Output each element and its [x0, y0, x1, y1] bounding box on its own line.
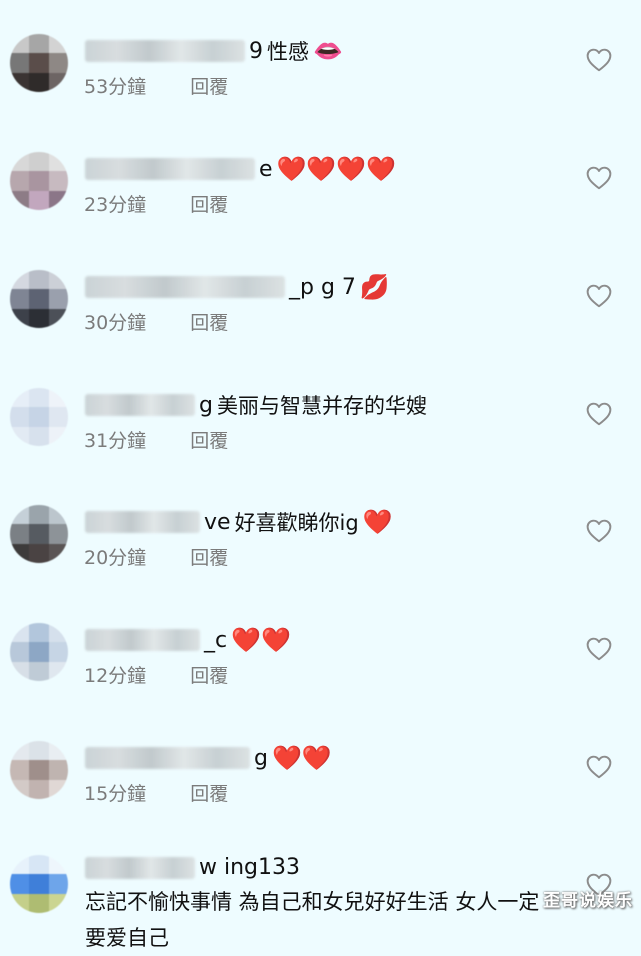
- comment-row: ve 好喜歡睇你ig ❤️ 20分鐘 回覆: [0, 505, 641, 623]
- comment-emoji: 💋: [359, 273, 390, 301]
- like-button[interactable]: [586, 402, 612, 426]
- timestamp: 23分鐘: [84, 194, 147, 216]
- comment-meta: 15分鐘 回覆: [84, 779, 228, 806]
- comment-meta: 12分鐘 回覆: [84, 661, 228, 688]
- username[interactable]: g: [199, 393, 213, 418]
- username-blurred[interactable]: [85, 629, 200, 651]
- comment-line: 9 性感 👄: [85, 34, 343, 68]
- username-blurred[interactable]: [85, 511, 200, 533]
- like-button[interactable]: [586, 519, 612, 543]
- comment-row: g 美丽与智慧并存的华嫂 31分鐘 回覆: [0, 388, 641, 506]
- heart-outline-icon: [586, 519, 612, 543]
- username[interactable]: g: [254, 746, 268, 771]
- username-blurred[interactable]: [85, 276, 285, 298]
- avatar[interactable]: [10, 623, 68, 681]
- comment-meta: 23分鐘 回覆: [84, 190, 228, 217]
- avatar[interactable]: [10, 270, 68, 328]
- timestamp: 15分鐘: [84, 783, 147, 805]
- comment-line: ve 好喜歡睇你ig ❤️: [85, 505, 393, 539]
- username-blurred[interactable]: [85, 856, 195, 879]
- comment-text: 忘記不愉快事情 為自己和女兒好好生活 女人一定要爱自己: [85, 890, 540, 950]
- comment-meta: 20分鐘 回覆: [84, 543, 228, 570]
- username[interactable]: _c: [204, 628, 227, 653]
- comment-text: 好喜歡睇你ig: [234, 511, 359, 535]
- username-blurred[interactable]: [85, 394, 195, 416]
- timestamp: 30分鐘: [84, 312, 147, 334]
- comment-line: w ing133 忘記不愉快事情 為自己和女兒好好生活 女人一定要爱自己: [85, 855, 555, 956]
- heart-outline-icon: [586, 637, 612, 661]
- comment-line: e ❤️❤️❤️❤️: [85, 152, 396, 186]
- comment-meta: 30分鐘 回覆: [84, 308, 228, 335]
- reply-button[interactable]: 回覆: [190, 779, 228, 806]
- timestamp: 53分鐘: [84, 76, 147, 98]
- heart-outline-icon: [586, 402, 612, 426]
- avatar[interactable]: [10, 741, 68, 799]
- comment-meta: 31分鐘 回覆: [84, 426, 228, 453]
- heart-outline-icon: [586, 48, 612, 72]
- username-blurred[interactable]: [85, 40, 245, 62]
- comment-text: 美丽与智慧并存的华嫂: [216, 394, 427, 418]
- comment-line: g ❤️❤️: [85, 741, 332, 775]
- comment-row: e ❤️❤️❤️❤️ 23分鐘 回覆: [0, 152, 641, 270]
- comment-row: 9 性感 👄 53分鐘 回覆: [0, 34, 641, 152]
- reply-button[interactable]: 回覆: [190, 543, 228, 570]
- reply-button[interactable]: 回覆: [190, 308, 228, 335]
- comment-line: _p g 7 💋: [85, 270, 390, 304]
- comment-emoji: 👄: [313, 37, 343, 65]
- avatar[interactable]: [10, 152, 68, 210]
- comment-text: 性感: [267, 40, 309, 64]
- username[interactable]: 9: [249, 39, 263, 64]
- comment-line: _c ❤️❤️: [85, 623, 291, 657]
- avatar[interactable]: [10, 855, 68, 913]
- username[interactable]: ve: [204, 510, 231, 535]
- comment-emoji: ❤️❤️❤️❤️: [276, 155, 397, 183]
- reply-button[interactable]: 回覆: [190, 72, 228, 99]
- like-button[interactable]: [586, 48, 612, 72]
- comment-row: _p g 7 💋 30分鐘 回覆: [0, 270, 641, 388]
- username[interactable]: w ing133: [199, 855, 300, 880]
- comment-emoji: ❤️❤️: [231, 626, 291, 654]
- reply-button[interactable]: 回覆: [190, 661, 228, 688]
- username[interactable]: _p g 7: [289, 275, 356, 300]
- reply-button[interactable]: 回覆: [190, 190, 228, 217]
- like-button[interactable]: [586, 284, 612, 308]
- heart-outline-icon: [586, 755, 612, 779]
- avatar[interactable]: [10, 505, 68, 563]
- comment-row: g ❤️❤️ 15分鐘 回覆: [0, 741, 641, 859]
- heart-outline-icon: [586, 166, 612, 190]
- username-blurred[interactable]: [85, 158, 255, 180]
- avatar[interactable]: [10, 388, 68, 446]
- avatar[interactable]: [10, 34, 68, 92]
- comment-line: g 美丽与智慧并存的华嫂: [85, 388, 427, 422]
- comment-emoji: ❤️❤️: [271, 744, 332, 772]
- comment-row: _c ❤️❤️ 12分鐘 回覆: [0, 623, 641, 741]
- comment-emoji: ❤️: [362, 508, 393, 536]
- timestamp: 12分鐘: [84, 665, 147, 687]
- username-blurred[interactable]: [85, 747, 250, 769]
- like-button[interactable]: [586, 166, 612, 190]
- timestamp: 31分鐘: [84, 430, 147, 452]
- like-button[interactable]: [586, 637, 612, 661]
- username[interactable]: e: [259, 157, 273, 182]
- watermark: 歪哥说娱乐: [543, 891, 633, 911]
- comment-meta: 53分鐘 回覆: [84, 72, 228, 99]
- reply-button[interactable]: 回覆: [190, 426, 228, 453]
- heart-outline-icon: [586, 284, 612, 308]
- like-button[interactable]: [586, 755, 612, 779]
- timestamp: 20分鐘: [84, 547, 147, 569]
